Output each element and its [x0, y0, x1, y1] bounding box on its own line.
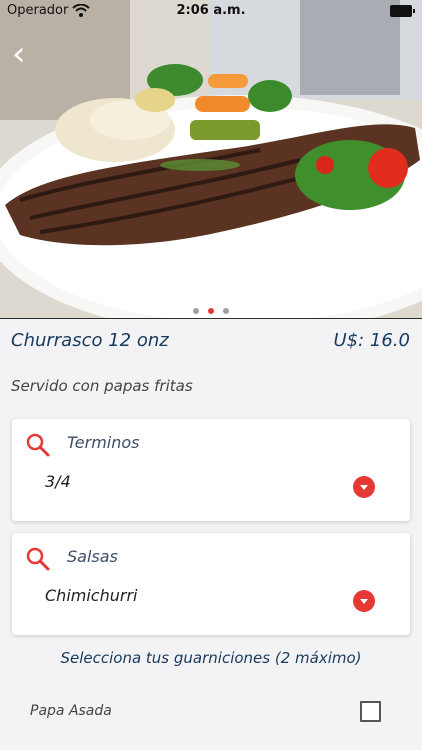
- carousel-dot[interactable]: [223, 308, 230, 314]
- product-name: Churrasco 12 onz: [11, 330, 169, 351]
- search-icon: [26, 547, 50, 571]
- hero-image[interactable]: [0, 0, 422, 319]
- carousel-indicator[interactable]: [0, 299, 422, 318]
- side-item-checkbox[interactable]: [360, 701, 381, 722]
- carousel-dot[interactable]: [192, 308, 199, 314]
- search-icon: [26, 433, 50, 457]
- back-button[interactable]: ‹: [12, 36, 42, 72]
- battery-icon: [390, 5, 415, 17]
- terminos-select[interactable]: Terminos 3/4: [12, 419, 410, 521]
- option-value: 3/4: [45, 472, 71, 491]
- carousel-dot-active[interactable]: [208, 308, 214, 314]
- product-description: Servido con papas fritas: [11, 377, 193, 395]
- dropdown-arrow-icon[interactable]: [353, 476, 375, 498]
- salsas-select[interactable]: Salsas Chimichurri: [12, 533, 410, 635]
- side-item-label: Papa Asada: [30, 703, 112, 719]
- chevron-left-icon: ‹: [12, 34, 26, 74]
- product-price: U$: 16.0: [333, 330, 411, 351]
- status-time: 2:06 a.m.: [176, 3, 246, 18]
- option-label: Salsas: [67, 547, 118, 566]
- status-bar: Operador 2:06 a.m.: [0, 0, 422, 22]
- dropdown-arrow-icon[interactable]: [353, 590, 375, 612]
- sides-heading: Selecciona tus guarniciones (2 máximo): [60, 649, 362, 667]
- option-value: Chimichurri: [45, 586, 138, 605]
- option-label: Terminos: [67, 433, 140, 452]
- steak-plate-photo: [0, 0, 422, 318]
